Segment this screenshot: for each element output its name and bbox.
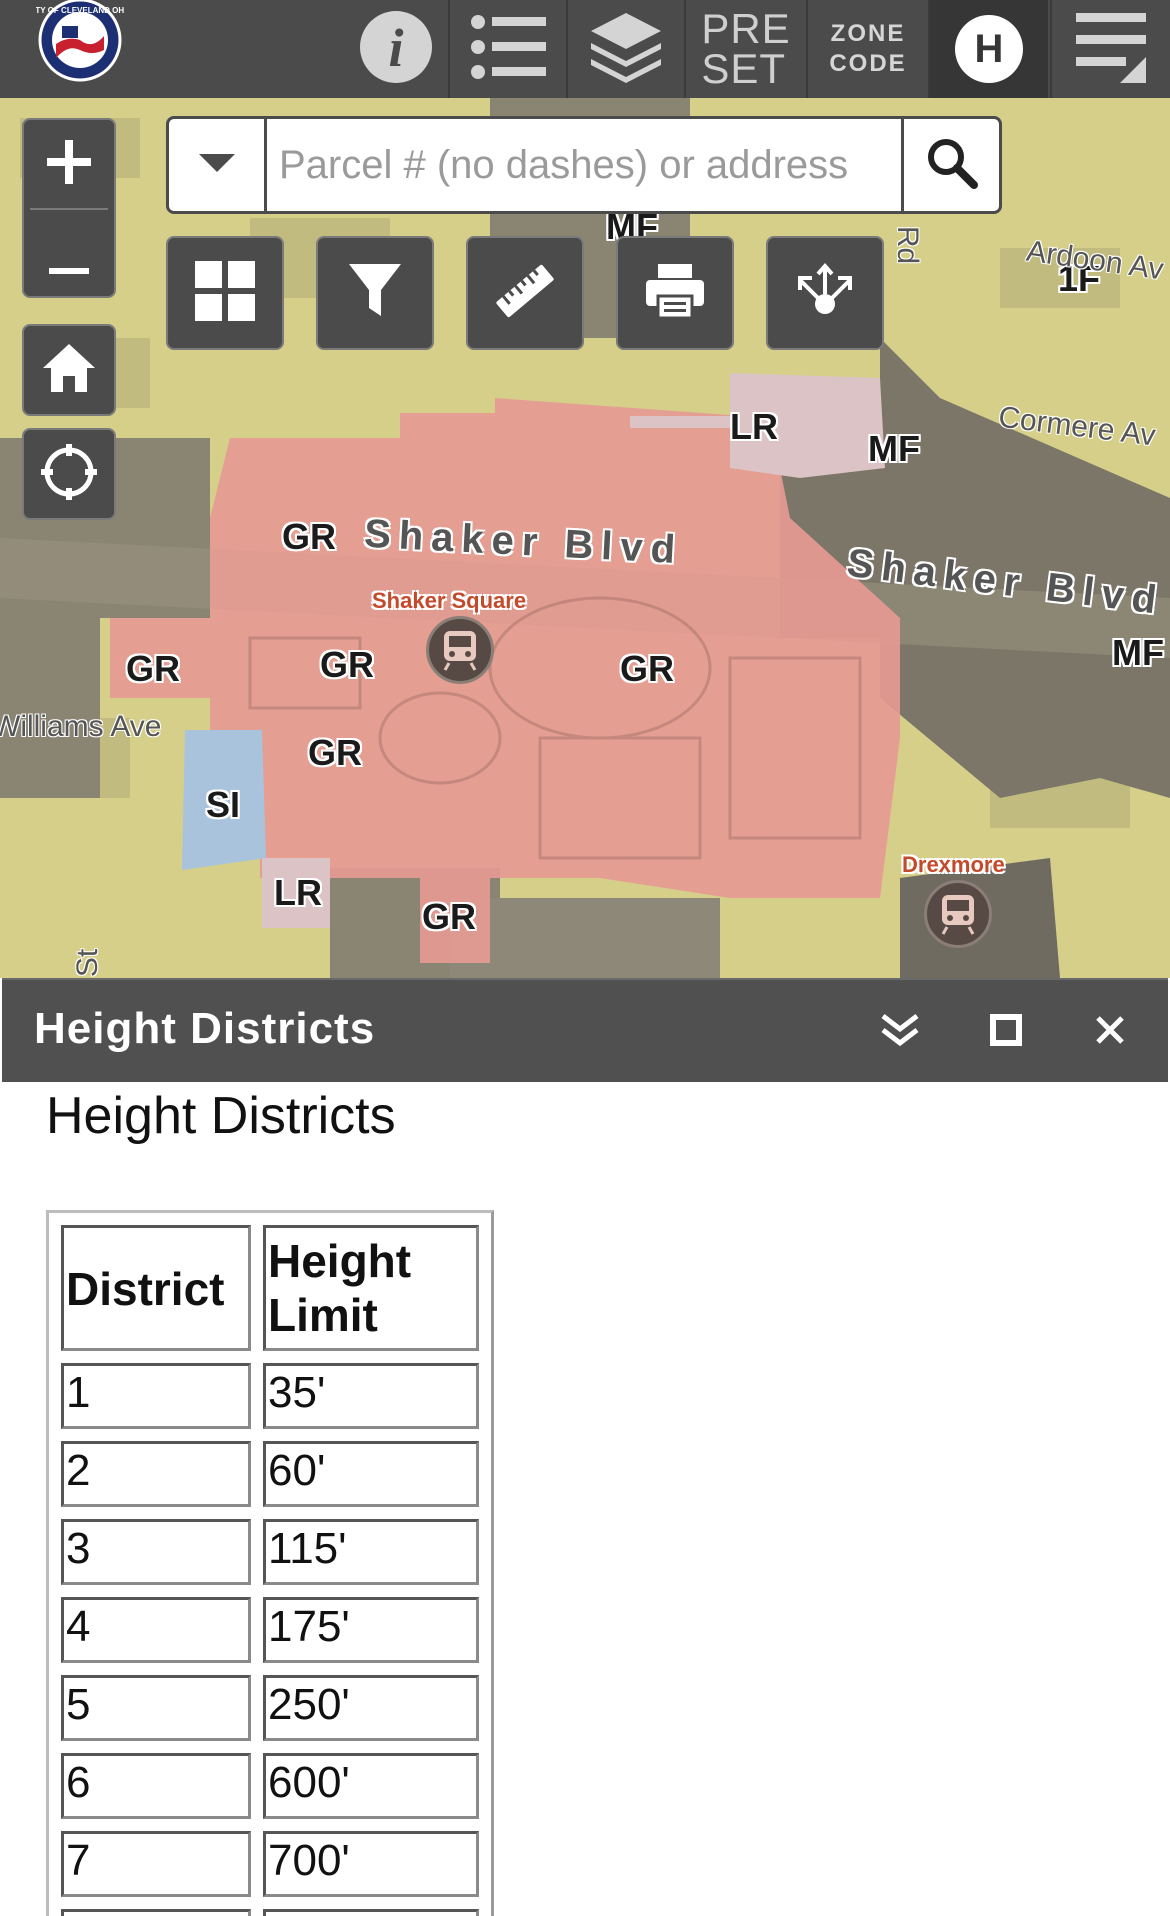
table-cell: 175'	[263, 1597, 479, 1663]
toolbar-divider	[566, 0, 568, 98]
caret-down-icon	[197, 152, 237, 179]
zone-label: GR	[422, 896, 476, 937]
zoom-out-button[interactable]	[24, 210, 114, 298]
table-cell: 600'	[263, 1753, 479, 1819]
panel-header: Height Districts	[2, 978, 1168, 1082]
search-box	[166, 116, 1002, 214]
filter-button[interactable]	[316, 236, 434, 350]
measure-button[interactable]	[466, 236, 584, 350]
zone-label: LR	[730, 406, 778, 447]
zone-label: GR	[308, 732, 362, 773]
table-cell: 6	[61, 1753, 251, 1819]
home-button[interactable]	[22, 324, 116, 416]
table-cell: 3	[61, 1519, 251, 1585]
home-icon	[41, 342, 97, 399]
zone-label: SI	[206, 784, 241, 825]
toolbar-divider	[684, 0, 686, 98]
info-icon: i	[359, 10, 433, 89]
transit-station-icon[interactable]	[426, 616, 494, 684]
collapse-panel-button[interactable]	[874, 1006, 926, 1058]
menu-icon	[1074, 11, 1148, 88]
plus-icon	[45, 132, 93, 196]
table-header-cell: District	[61, 1225, 251, 1351]
print-button[interactable]	[616, 236, 734, 350]
height-districts-table: District Height Limit 1 35' 2 60' 3 115'…	[46, 1210, 494, 1916]
table-cell: 250'	[263, 1675, 479, 1741]
info-button[interactable]: i	[346, 0, 446, 98]
city-seal-logo[interactable]: CITY OF CLEVELAND OHIO	[27, 0, 133, 82]
layers-icon	[589, 11, 663, 88]
transit-station-icon[interactable]	[924, 880, 992, 948]
search-input[interactable]	[279, 133, 999, 197]
street-label-st: St	[71, 948, 105, 978]
top-toolbar: CITY OF CLEVELAND OHIO i PRE SET	[0, 0, 1170, 98]
poi-label-shaker-square: Shaker Square	[372, 588, 527, 613]
table-cell: 700'	[263, 1831, 479, 1897]
maximize-panel-button[interactable]	[980, 1006, 1032, 1058]
filter-icon	[347, 262, 403, 325]
zone-label: GR	[126, 648, 180, 689]
zone-label: GR	[620, 648, 674, 689]
map-view[interactable]: MF 1F LR MF GR GR GR GR GR MF SI LR GR S…	[0, 98, 1170, 978]
content-heading: Height Districts	[46, 1087, 396, 1145]
table-header-cell: Height Limit	[263, 1225, 479, 1351]
preset-label: PRE SET	[701, 5, 791, 92]
search-button[interactable]	[901, 119, 999, 211]
printer-icon	[644, 262, 706, 325]
zone-label: GR	[320, 644, 374, 685]
table-cell: 5	[61, 1675, 251, 1741]
double-chevron-down-icon	[880, 1012, 920, 1053]
legend-button[interactable]	[452, 0, 564, 98]
list-icon	[470, 12, 546, 87]
table-row-partial	[61, 1909, 251, 1916]
zoom-in-button[interactable]	[24, 120, 114, 208]
street-label-williams: Williams Ave	[0, 710, 162, 743]
share-button[interactable]	[766, 236, 884, 350]
basemap-gallery-button[interactable]	[166, 236, 284, 350]
zoom-controls	[22, 118, 116, 298]
preset-button[interactable]: PRE SET	[688, 0, 804, 98]
search-icon	[926, 137, 978, 194]
table-cell: 1	[61, 1363, 251, 1429]
panel-title: Height Districts	[34, 1004, 376, 1053]
zone-label: LR	[274, 872, 322, 913]
maximize-icon	[990, 1013, 1022, 1051]
zone-label: GR	[282, 516, 336, 557]
table-cell: 4	[61, 1597, 251, 1663]
table-cell: 7	[61, 1831, 251, 1897]
zone-label: MF	[868, 428, 920, 469]
table-cell: 60'	[263, 1441, 479, 1507]
close-icon	[1094, 1014, 1126, 1051]
street-label-rd: Rd	[891, 225, 925, 265]
zone-code-button[interactable]: ZONE CODE	[810, 0, 926, 98]
menu-button[interactable]	[1052, 0, 1170, 98]
zone-label: MF	[1112, 632, 1164, 673]
svg-text:i: i	[388, 18, 403, 78]
ruler-icon	[493, 259, 557, 328]
grid-icon	[195, 260, 255, 326]
locate-icon	[39, 442, 99, 507]
toolbar-divider	[448, 0, 450, 98]
close-panel-button[interactable]	[1084, 1006, 1136, 1058]
minus-icon	[49, 222, 89, 286]
table-cell: 2	[61, 1441, 251, 1507]
share-icon	[794, 262, 856, 325]
height-badge: H	[955, 15, 1023, 83]
search-source-dropdown[interactable]	[169, 119, 267, 211]
poi-label-drexmore: Drexmore	[902, 852, 1005, 877]
logo-text: CITY OF CLEVELAND OHIO	[36, 6, 124, 15]
toolbar-divider	[806, 0, 808, 98]
table-row-partial	[263, 1909, 479, 1916]
height-districts-button[interactable]: H	[930, 0, 1048, 98]
zone-code-label: ZONE CODE	[829, 20, 907, 77]
layers-button[interactable]	[570, 0, 682, 98]
table-cell: 35'	[263, 1363, 479, 1429]
locate-button[interactable]	[22, 428, 116, 520]
table-cell: 115'	[263, 1519, 479, 1585]
